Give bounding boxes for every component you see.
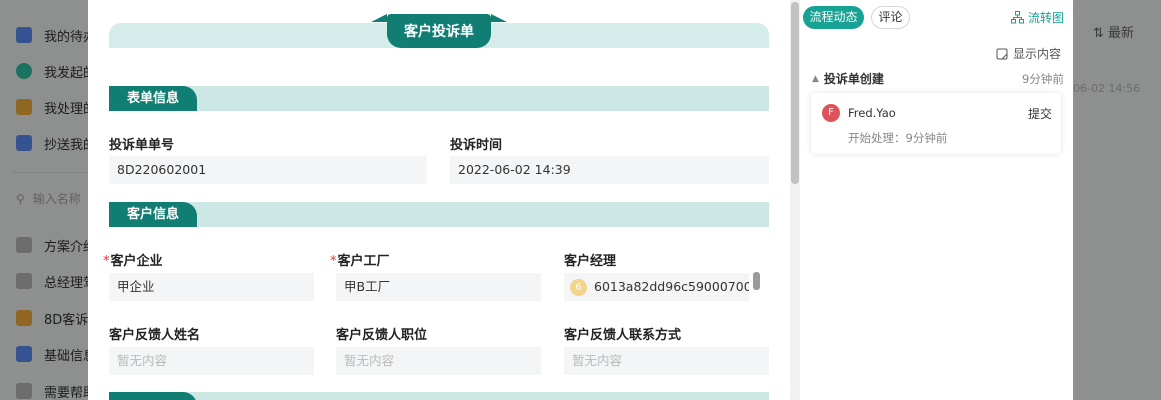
activity-panel: 流程动态 评论 流转图 显示内容 ▲ 投诉单创建 9分钟前 F Fred.Yao… xyxy=(800,0,1073,400)
form-area: 客户投诉单 表单信息 投诉单单号 8D220602001 投诉时间 2022-0… xyxy=(88,0,800,400)
customer-company-label: *客户企业 xyxy=(103,254,163,269)
complaint-time-field[interactable]: 2022-06-02 14:39 xyxy=(450,156,769,184)
feedback-position-field[interactable]: 暂无内容 xyxy=(336,347,541,375)
tab-flow-activity[interactable]: 流程动态 xyxy=(803,6,864,29)
complaint-time-label: 投诉时间 xyxy=(450,138,503,153)
feedback-name-field[interactable]: 暂无内容 xyxy=(109,347,314,375)
field-scrollbar[interactable] xyxy=(753,272,760,290)
avatar: 6 xyxy=(570,279,587,296)
card-start-time: 开始处理：9分钟前 xyxy=(848,131,948,145)
customer-company-field[interactable]: 甲企业 xyxy=(109,273,314,301)
customer-factory-field[interactable]: 甲B工厂 xyxy=(336,273,541,301)
step-time: 9分钟前 xyxy=(1022,72,1064,86)
flow-chart-link[interactable]: 流转图 xyxy=(1011,9,1064,26)
complaint-no-field[interactable]: 8D220602001 xyxy=(109,156,427,184)
customer-manager-field[interactable]: 6 6013a82dd96c59000700 xyxy=(564,273,749,301)
show-content-toggle[interactable]: 显示内容 xyxy=(996,45,1061,62)
customer-manager-label: 客户经理 xyxy=(564,254,617,269)
flowchart-icon xyxy=(1011,11,1024,24)
feedback-name-label: 客户反馈人姓名 xyxy=(109,328,201,343)
section-band-form-info xyxy=(109,86,769,111)
form-title: 客户投诉单 xyxy=(371,14,507,48)
step-title[interactable]: ▲ 投诉单创建 xyxy=(812,70,884,87)
note-icon xyxy=(996,48,1008,59)
avatar: F xyxy=(822,104,840,122)
section-title-next xyxy=(109,392,197,400)
section-title-customer-info: 客户信息 xyxy=(109,202,197,227)
complaint-modal: 客户投诉单 表单信息 投诉单单号 8D220602001 投诉时间 2022-0… xyxy=(88,0,1073,400)
activity-card: F Fred.Yao 提交 开始处理：9分钟前 xyxy=(811,93,1061,154)
tab-comment[interactable]: 评论 xyxy=(871,6,910,29)
customer-factory-label: *客户工厂 xyxy=(330,254,390,269)
feedback-contact-label: 客户反馈人联系方式 xyxy=(564,328,682,343)
collapse-arrow-icon: ▲ xyxy=(812,73,819,84)
required-marker: * xyxy=(103,254,110,269)
complaint-no-label: 投诉单单号 xyxy=(109,138,175,153)
feedback-contact-field[interactable]: 暂无内容 xyxy=(564,347,769,375)
section-band-customer-info xyxy=(109,202,769,227)
feedback-position-label: 客户反馈人职位 xyxy=(336,328,428,343)
required-marker: * xyxy=(330,254,337,269)
card-action: 提交 xyxy=(1028,107,1053,121)
form-scroll-thumb[interactable] xyxy=(791,2,799,184)
card-user-name: Fred.Yao xyxy=(848,106,896,120)
section-title-form-info: 表单信息 xyxy=(109,86,197,111)
customer-manager-value: 6013a82dd96c59000700 xyxy=(594,279,749,294)
section-band-next xyxy=(109,392,769,400)
